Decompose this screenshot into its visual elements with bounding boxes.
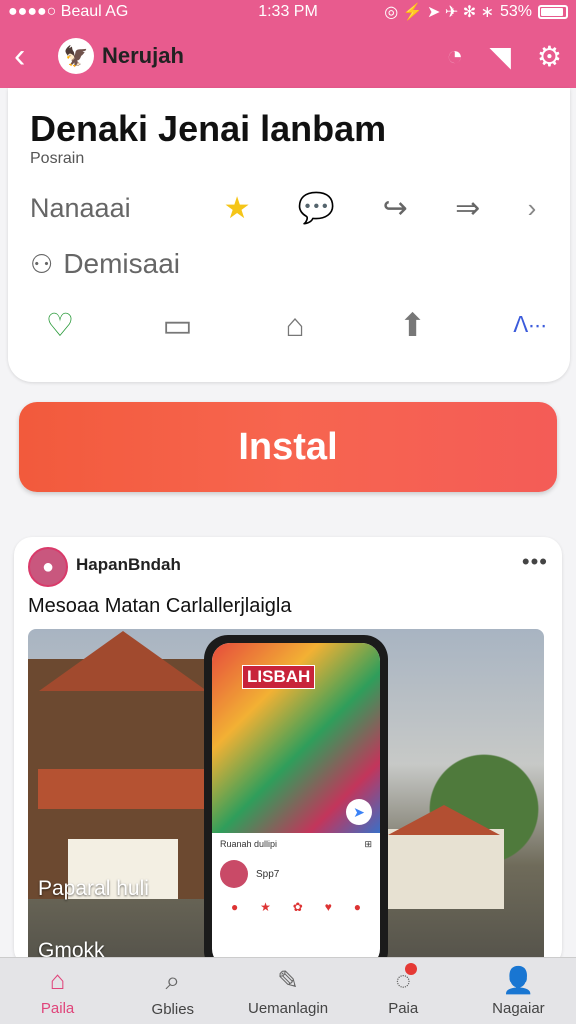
phone-icon-row: ● ★ ✿ ♥ ● [220, 900, 372, 914]
tab-label: Paia [388, 1000, 419, 1017]
share-icon[interactable]: ↪ [383, 191, 408, 226]
install-button[interactable]: Instal [19, 402, 557, 492]
tab-edit[interactable]: ✎ Uemanlagin [230, 958, 345, 1024]
phone-artwork: LISBAH ➤ [212, 643, 380, 833]
tab-label: Gblies [151, 1000, 195, 1018]
phone-icon-5: ● [353, 900, 362, 914]
carrier-label: ●●●●○ Beaul AG [8, 3, 129, 20]
nav-bar: ‹ 🦅 Nerujah ◔ ◥ ⚙ [0, 24, 576, 88]
phone-list-title: Ruanah dullipi [220, 839, 278, 849]
tab-notifications[interactable]: ◌ Paia [346, 958, 461, 1024]
tab-bar: ⌂ Paila ⌕ Gblies ✎ Uemanlagin ◌ Paia 👤 N… [0, 957, 576, 1024]
status-icons: ◎ ⚡ ➤ ✈ ✻ ∗ 53% [381, 2, 569, 22]
profile-icon: 👤 [502, 965, 535, 995]
home-icon: ⌂ [49, 965, 66, 995]
battery-percent: 53% [499, 3, 533, 20]
phone-list-row: Spp7 [220, 860, 372, 888]
battery-icon [538, 5, 569, 19]
house-illustration [28, 631, 228, 899]
send-icon: ➤ [346, 799, 372, 825]
meta-icons: ★ 💬 ↪ ⇒ › [200, 191, 560, 226]
heart-icon[interactable]: ♡ [30, 306, 90, 344]
gear-icon[interactable]: ⚙ [537, 40, 562, 73]
house-right-illustration [384, 829, 504, 909]
nav-title: Nerujah [102, 43, 184, 68]
post-text: Mesoaa Matan Carlallerjlaigla [28, 595, 292, 617]
app-info-card: Denaki Jenai lanbam Posrain Nanaaai ★ 💬 … [8, 88, 570, 382]
tab-search[interactable]: ⌕ Gblies [115, 958, 230, 1024]
meta-row: Nanaaai ★ 💬 ↪ ⇒ › [30, 188, 560, 228]
search-icon: ⌕ [165, 964, 181, 995]
tab-label: Nagaiar [492, 1000, 545, 1017]
developer-label: Demisaai [63, 248, 181, 279]
more-options-icon[interactable]: ••• [522, 549, 548, 575]
art-title: LISBAH [242, 665, 316, 689]
install-label: Instal [238, 425, 338, 468]
forward-icon[interactable]: ⇒ [455, 191, 480, 226]
avatar[interactable]: ● [28, 547, 68, 587]
upload-icon[interactable]: ⬆ [383, 306, 443, 344]
post-author[interactable]: HapanBndah [76, 555, 181, 575]
post-card: ● HapanBndah ••• Mesoaa Matan Carlallerj… [14, 537, 562, 967]
mask-icon: ⚇ [30, 248, 54, 279]
meta-label: Nanaaai [30, 192, 131, 223]
tab-label: Paila [40, 1000, 75, 1017]
pie-chart-icon[interactable]: ◔ [446, 40, 463, 72]
phone-avatar [220, 860, 248, 888]
phone-list-text: Spp7 [256, 868, 280, 880]
notification-icon: ◌ [395, 963, 417, 996]
phone-icon-2: ★ [260, 900, 271, 914]
clock: 1:33 PM [258, 3, 318, 20]
status-indicators: ◎ ⚡ ➤ ✈ ✻ ∗ [384, 4, 494, 21]
action-icon-row: ♡ ▭ ⌂ ⬆ ᐱ∙∙∙ [30, 306, 560, 344]
tab-profile[interactable]: 👤 Nagaiar [461, 958, 576, 1024]
app-subtitle: Posrain [30, 150, 85, 167]
phone-icon-3: ✿ [292, 900, 303, 914]
phone-list-header: Ruanah dullipi ⊞ [220, 839, 372, 850]
more-icon[interactable]: ᐱ∙∙∙ [500, 312, 560, 338]
phone-list: Ruanah dullipi ⊞ Spp7 ● ★ ✿ ♥ ● [212, 833, 380, 920]
phone-mockup: LISBAH ➤ Ruanah dullipi ⊞ Spp7 ● ★ ✿ ♥ ● [204, 635, 388, 967]
comment-icon[interactable]: 💬 [298, 191, 335, 226]
status-bar: ●●●●○ Beaul AG 1:33 PM ◎ ⚡ ➤ ✈ ✻ ∗ 53% [0, 0, 576, 24]
phone-icon-1: ● [230, 900, 239, 914]
tab-label: Uemanlagin [247, 1000, 329, 1017]
back-icon[interactable]: ‹ [14, 39, 44, 73]
flag-icon[interactable]: ◥ [489, 40, 511, 73]
bookmark-icon[interactable]: ▭ [148, 306, 208, 344]
nav-actions: ◔ ◥ ⚙ [446, 40, 562, 73]
tab-home[interactable]: ⌂ Paila [0, 958, 115, 1024]
image-caption: Paparal huli [38, 877, 149, 900]
badge-dot [404, 963, 417, 975]
developer-row: ⚇ Demisaai [30, 248, 180, 280]
chevron-right-icon[interactable]: › [528, 193, 537, 224]
app-logo: 🦅 [58, 38, 94, 74]
phone-icon-4: ♥ [324, 900, 332, 914]
post-image[interactable]: Paparal huli Gmokk LISBAH ➤ Ruanah dulli… [28, 629, 544, 967]
edit-icon: ✎ [277, 965, 299, 995]
phone-screen: LISBAH ➤ Ruanah dullipi ⊞ Spp7 ● ★ ✿ ♥ ● [212, 643, 380, 967]
star-icon[interactable]: ★ [224, 191, 251, 226]
grid-icon: ⊞ [364, 839, 372, 849]
home-share-icon[interactable]: ⌂ [265, 307, 325, 344]
app-title: Denaki Jenai lanbam [30, 108, 387, 149]
